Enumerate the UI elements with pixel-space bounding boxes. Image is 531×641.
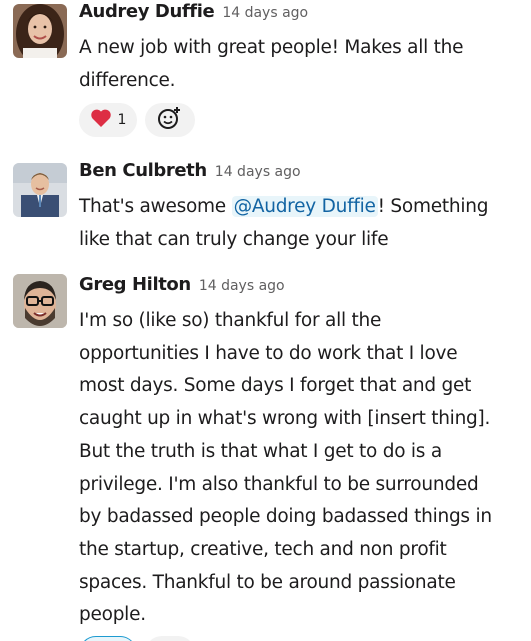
add-reaction-button[interactable] [145, 636, 195, 641]
message-line: But the truth is that what I get to do i… [79, 440, 442, 462]
avatar-audrey-image [13, 4, 67, 58]
message-line: privilege. I'm also thankful to be surro… [79, 473, 479, 495]
avatar-greg-image [13, 274, 67, 328]
reaction-pill[interactable] [79, 636, 137, 641]
message-line: I'm so (like so) thankful for all the [79, 310, 382, 331]
author-name[interactable]: Greg Hilton [79, 274, 191, 295]
message-line: by badassed people doing badassed things… [79, 506, 492, 528]
message-line: people. [79, 604, 146, 626]
timestamp[interactable]: 14 days ago [215, 164, 301, 180]
avatar-ben-image [13, 163, 67, 217]
reaction-count: 1 [117, 112, 127, 128]
author-name[interactable]: Audrey Duffie [79, 1, 215, 22]
message-line: like that can truly change your life [79, 228, 389, 250]
reaction-bar: 1 [79, 103, 195, 139]
text-segment: That's awesome [79, 196, 232, 217]
message-line: caught up in what's wrong with [insert t… [79, 408, 491, 430]
reaction-heart[interactable]: 1 [79, 103, 137, 137]
message-line: That's awesome @Audrey Duffie! Something [79, 191, 529, 224]
message-line: spaces. Thankful to be around passionate [79, 571, 456, 593]
timestamp[interactable]: 14 days ago [199, 278, 285, 294]
message-text: A new job with great people! Makes all t… [79, 32, 529, 97]
author-name[interactable]: Ben Culbreth [79, 160, 207, 181]
message-text: I'm so (like so) thankful for all the op… [79, 305, 529, 632]
avatar-ben[interactable] [13, 163, 67, 217]
message-feed: Audrey Duffie 14 days ago A new job with … [0, 0, 531, 641]
message-header: Greg Hilton 14 days ago [79, 274, 285, 295]
add-reaction-button[interactable] [145, 103, 195, 137]
message-line: most days. Some days I forget that and g… [79, 375, 472, 397]
add-emoji-icon [157, 105, 183, 135]
avatar-greg[interactable] [13, 274, 67, 328]
avatar-audrey[interactable] [13, 4, 67, 58]
heart-icon [90, 108, 112, 132]
timestamp[interactable]: 14 days ago [222, 5, 308, 21]
message-line: difference. [79, 69, 176, 91]
text-segment: ! Something [377, 196, 489, 217]
message-line: the startup, creative, tech and non prof… [79, 538, 447, 560]
message-text: That's awesome @Audrey Duffie! Something… [79, 191, 529, 256]
message-line: A new job with great people! Makes all t… [79, 37, 464, 58]
message-header: Audrey Duffie 14 days ago [79, 1, 308, 22]
reaction-bar [79, 636, 195, 641]
message-line: opportunities I have to do work that I l… [79, 342, 458, 364]
mention-link[interactable]: @Audrey Duffie [231, 196, 378, 217]
message-header: Ben Culbreth 14 days ago [79, 160, 301, 181]
